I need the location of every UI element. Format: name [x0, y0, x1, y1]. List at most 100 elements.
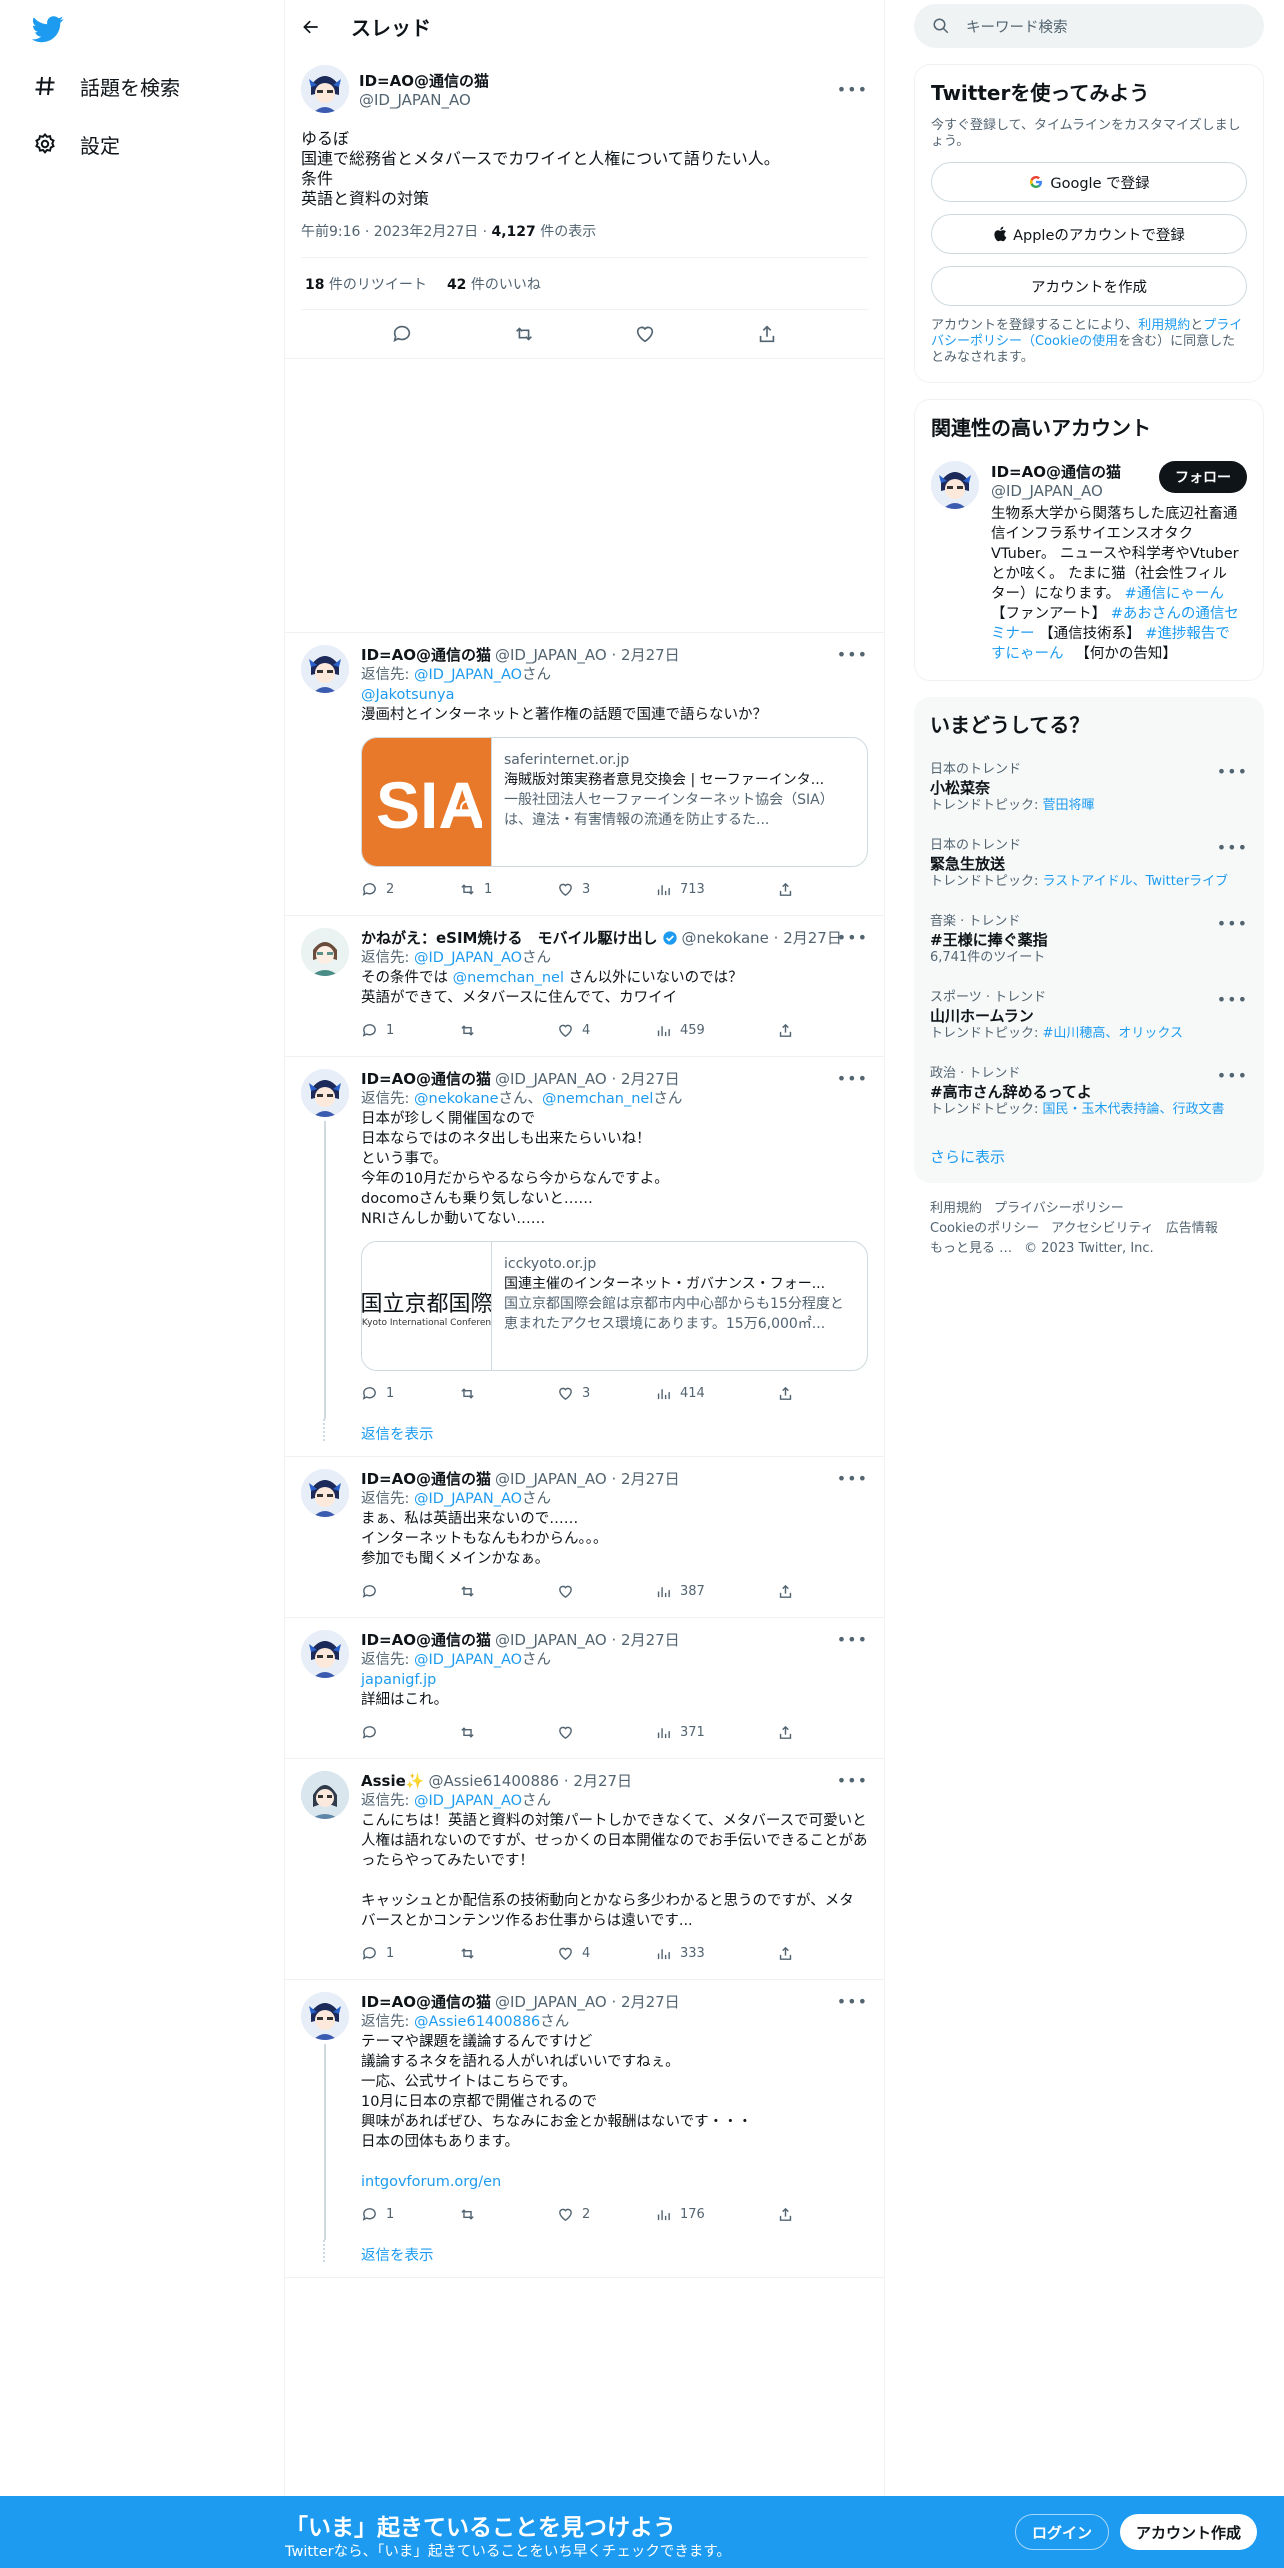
terms-link[interactable]: 利用規約 — [1138, 318, 1190, 333]
avatar[interactable] — [301, 1069, 349, 1117]
author-name[interactable]: Assie✨ — [361, 1771, 424, 1791]
author-name[interactable]: ID=AO@通信の猫 — [359, 70, 489, 91]
footer-terms-link[interactable]: 利用規約 — [930, 1201, 982, 1216]
reply-button[interactable]: 1 — [361, 1945, 459, 1962]
more-options-icon[interactable]: ••• — [837, 1992, 868, 2012]
more-options-icon[interactable]: ••• — [837, 928, 868, 948]
search-input[interactable]: キーワード検索 — [966, 16, 1068, 37]
retweet-icon[interactable] — [513, 323, 535, 345]
reply-link[interactable]: @ID_JAPAN_AO — [414, 950, 522, 966]
more-options-icon[interactable]: ••• — [1217, 762, 1248, 782]
show-replies-link[interactable]: 返信を表示 — [285, 2240, 884, 2278]
like-button[interactable]: 3 — [557, 881, 655, 898]
more-options-icon[interactable]: ••• — [837, 80, 868, 99]
author-name[interactable]: ID=AO@通信の猫 — [361, 1069, 491, 1089]
footer-ads-link[interactable]: 広告情報 — [1166, 1221, 1218, 1236]
reply-button[interactable] — [361, 1724, 459, 1741]
reply-tweet[interactable]: ID=AO@通信の猫 @ID_JAPAN_AO · 2月27日 ••• 返信先: @… — [285, 1618, 884, 1759]
share-button[interactable] — [777, 1385, 794, 1402]
share-button[interactable] — [777, 1724, 794, 1741]
author-handle[interactable]: @ID_JAPAN_AO · 2月27日 — [495, 1992, 680, 2012]
author-handle[interactable]: @ID_JAPAN_AO · 2月27日 — [495, 1630, 680, 1650]
footer-accessibility-link[interactable]: アクセシビリティ — [1051, 1221, 1154, 1236]
more-options-icon[interactable]: ••• — [837, 1069, 868, 1089]
avatar[interactable] — [301, 1992, 349, 2040]
retweet-stat[interactable]: 18 件のリツイート — [305, 274, 427, 294]
views-button[interactable]: 713 — [655, 881, 777, 898]
reply-link[interactable]: @ID_JAPAN_AO — [414, 1491, 522, 1507]
nav-settings[interactable]: 設定 — [32, 122, 120, 166]
show-replies-link[interactable]: 返信を表示 — [285, 1419, 884, 1457]
author-handle[interactable]: @ID_JAPAN_AO · 2月27日 — [495, 1069, 680, 1089]
views-button[interactable]: 176 — [655, 2206, 777, 2223]
url-link[interactable]: intgovforum.org/en — [361, 2172, 868, 2192]
retweet-button[interactable]: 1 — [459, 881, 557, 898]
related-account[interactable]: ID=AO@通信の猫 @ID_JAPAN_AO 生物系大学から関落ちした底辺社畜… — [915, 453, 1263, 680]
views-button[interactable]: 459 — [655, 1022, 777, 1039]
link-card[interactable]: SIA saferinternet.or.jp 海賊版対策実務者意見交換会 | … — [361, 737, 868, 867]
reply-link[interactable]: @ID_JAPAN_AO — [414, 1652, 522, 1668]
reply-icon[interactable] — [391, 323, 413, 345]
like-button[interactable] — [557, 1724, 655, 1741]
trend-item[interactable]: 政治 · トレンド #高市さん辞めるってよ トレンドトピック: 国民・玉木代表持… — [914, 1054, 1264, 1130]
create-account-button[interactable]: アカウントを作成 — [931, 266, 1247, 306]
share-button[interactable] — [777, 881, 794, 898]
like-button[interactable]: 4 — [557, 1022, 655, 1039]
apple-signup-button[interactable]: Appleのアカウントで登録 — [931, 214, 1247, 254]
trend-topic-link[interactable]: ラストアイドル、Twitterライブ — [1043, 874, 1229, 889]
author-name[interactable]: ID=AO@通信の猫 — [361, 1630, 491, 1650]
author-handle[interactable]: @ID_JAPAN_AO — [359, 91, 489, 109]
share-button[interactable] — [777, 2206, 794, 2223]
trend-item[interactable]: スポーツ · トレンド 山川ホームラン トレンドトピック: #山川穂高、オリック… — [914, 978, 1264, 1054]
share-icon[interactable] — [756, 323, 778, 345]
reply-button[interactable]: 2 — [361, 881, 459, 898]
mention-link[interactable]: @Jakotsunya — [361, 685, 868, 705]
more-options-icon[interactable]: ••• — [1217, 1066, 1248, 1086]
like-button[interactable] — [557, 1583, 655, 1600]
more-options-icon[interactable]: ••• — [1217, 914, 1248, 934]
views-button[interactable]: 414 — [655, 1385, 777, 1402]
reply-tweet[interactable]: かねがえ：eSIM焼ける モバイル駆け出し @nekokane · 2月27日 ••… — [285, 916, 884, 1057]
footer-privacy-link[interactable]: プライバシーポリシー — [994, 1201, 1124, 1216]
author-name[interactable]: ID=AO@通信の猫 — [361, 1469, 491, 1489]
like-button[interactable]: 4 — [557, 1945, 655, 1962]
more-options-icon[interactable]: ••• — [1217, 990, 1248, 1010]
share-button[interactable] — [777, 1945, 794, 1962]
author-handle[interactable]: @ID_JAPAN_AO · 2月27日 — [495, 1469, 680, 1489]
reply-link[interactable]: @Assie61400886 — [414, 2014, 540, 2030]
search-bar[interactable]: キーワード検索 — [914, 4, 1264, 48]
like-button[interactable]: 2 — [557, 2206, 655, 2223]
trend-item[interactable]: 音楽 · トレンド #王様に捧ぐ薬指 6,741件のツイート ••• — [914, 902, 1264, 978]
reply-button[interactable]: 1 — [361, 2206, 459, 2223]
retweet-button[interactable] — [459, 2206, 557, 2223]
hashtag-link[interactable]: #通信にゃーん — [1125, 586, 1224, 602]
avatar[interactable] — [301, 65, 349, 113]
signup-button[interactable]: アカウント作成 — [1120, 2514, 1258, 2550]
trend-item[interactable]: 日本のトレンド 小松菜奈 トレンドトピック: 菅田将暉 ••• — [914, 750, 1264, 826]
trend-topic-link[interactable]: 国民・玉木代表持論、行政文書 — [1043, 1102, 1225, 1117]
like-icon[interactable] — [634, 323, 656, 345]
more-options-icon[interactable]: ••• — [837, 1469, 868, 1489]
more-options-icon[interactable]: ••• — [837, 1771, 868, 1791]
share-button[interactable] — [777, 1583, 794, 1600]
retweet-button[interactable] — [459, 1583, 557, 1600]
avatar[interactable] — [931, 461, 979, 509]
url-link[interactable]: japanigf.jp — [361, 1670, 868, 1690]
trend-topic-link[interactable]: 菅田将暉 — [1043, 798, 1095, 813]
nav-explore[interactable]: 話題を検索 — [32, 64, 180, 108]
back-arrow-icon[interactable] — [301, 17, 321, 37]
reply-tweet[interactable]: ID=AO@通信の猫 @ID_JAPAN_AO · 2月27日 ••• 返信先: @… — [285, 1057, 884, 1419]
login-button[interactable]: ログイン — [1015, 2514, 1110, 2550]
reply-link[interactable]: @ID_JAPAN_AO — [414, 1793, 522, 1809]
retweet-button[interactable] — [459, 1724, 557, 1741]
tweet-timestamp[interactable]: 午前9:16 · 2023年2月27日 · — [301, 224, 492, 240]
more-options-icon[interactable]: ••• — [837, 645, 868, 665]
avatar[interactable] — [301, 645, 349, 693]
reply-button[interactable]: 1 — [361, 1022, 459, 1039]
reply-link[interactable]: @nekokane — [414, 1091, 499, 1107]
retweet-button[interactable] — [459, 1022, 557, 1039]
avatar[interactable] — [301, 928, 349, 976]
views-button[interactable]: 371 — [655, 1724, 777, 1741]
author-name[interactable]: ID=AO@通信の猫 — [361, 645, 491, 665]
footer-cookie-link[interactable]: Cookieのポリシー — [930, 1221, 1039, 1236]
